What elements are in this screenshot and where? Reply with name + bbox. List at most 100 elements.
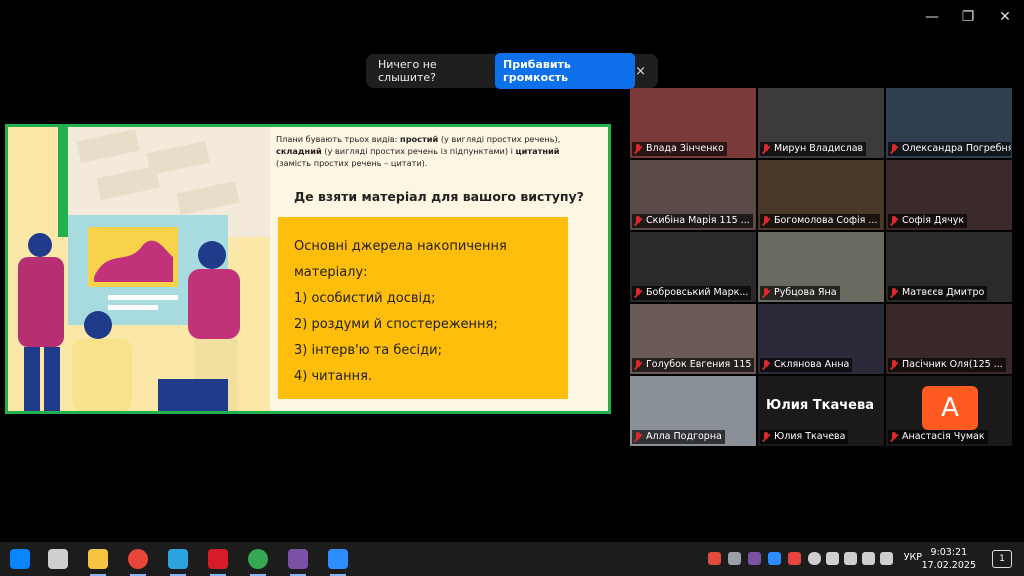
muted-mic-icon xyxy=(760,359,772,371)
opera-icon[interactable] xyxy=(208,549,228,569)
muted-mic-icon xyxy=(888,431,900,443)
chrome-icon[interactable] xyxy=(128,549,148,569)
participant-tile[interactable]: Рубцова Яна xyxy=(758,232,884,302)
participant-tile[interactable]: Бобровський Марк... xyxy=(630,232,756,302)
participant-name: Матвєєв Дмитро xyxy=(902,287,985,298)
tray-wifi-icon[interactable] xyxy=(826,552,839,565)
participant-tile[interactable]: Алла Подгорна xyxy=(630,376,756,446)
muted-mic-icon xyxy=(888,359,900,371)
participant-name: Влада Зінченко xyxy=(646,143,724,154)
minimize-button[interactable]: — xyxy=(922,8,942,26)
participant-name: Пасічник Оля(125 ... xyxy=(902,359,1003,370)
language-indicator[interactable]: УКР xyxy=(904,552,922,563)
windows-start-icon[interactable] xyxy=(10,549,30,569)
participant-name-label: Юлия Ткачева xyxy=(760,430,849,444)
participant-name-label: Мирун Владислав xyxy=(760,142,867,156)
participant-name-label: Пасічник Оля(125 ... xyxy=(888,358,1006,372)
participant-name: Голубок Евгения 115 xyxy=(646,359,752,370)
participant-tile[interactable]: Голубок Евгения 115 xyxy=(630,304,756,374)
slide-question: Де взяти матеріал для вашого виступу? xyxy=(294,189,584,204)
participant-name: Рубцова Яна xyxy=(774,287,837,298)
zoom-icon[interactable] xyxy=(328,549,348,569)
shared-screen-slide: Плани бувають трьох видів: простий (у ви… xyxy=(5,124,611,414)
muted-mic-icon xyxy=(760,287,772,299)
clock-date: 17.02.2025 xyxy=(921,560,976,571)
participant-tile[interactable]: Скибіна Марія 115 ... xyxy=(630,160,756,230)
participant-name-label: Матвєєв Дмитро xyxy=(888,286,988,300)
telegram-icon[interactable] xyxy=(168,549,188,569)
task-view-icon[interactable] xyxy=(48,549,68,569)
participant-tile[interactable]: Влада Зінченко xyxy=(630,88,756,158)
sources-line: матеріалу: xyxy=(294,265,368,280)
participant-name: Бобровський Марк... xyxy=(646,287,749,298)
participant-name-label: Софія Дячук xyxy=(888,214,968,228)
system-clock[interactable]: 9:03:21 17.02.2025 xyxy=(922,546,976,572)
windows-taskbar: УКР 9:03:21 17.02.2025 1 xyxy=(0,542,1024,576)
participant-tile[interactable]: Пасічник Оля(125 ... xyxy=(886,304,1012,374)
restore-button[interactable]: ❐ xyxy=(958,8,978,26)
clock-time: 9:03:21 xyxy=(930,547,968,558)
participant-tile[interactable]: Олександра Погребняк xyxy=(886,88,1012,158)
participant-display-name: Юлия Ткачева xyxy=(766,398,874,413)
muted-mic-icon xyxy=(760,143,772,155)
participant-name-label: Влада Зінченко xyxy=(632,142,727,156)
participant-name: Алла Подгорна xyxy=(646,431,722,442)
participant-tile[interactable]: Мирун Владислав xyxy=(758,88,884,158)
muted-mic-icon xyxy=(888,287,900,299)
participant-tile[interactable]: Матвєєв Дмитро xyxy=(886,232,1012,302)
muted-mic-icon xyxy=(632,215,644,227)
tray-app-icon[interactable] xyxy=(708,552,721,565)
slide-illustration xyxy=(8,127,270,411)
participant-name: Скибіна Марія 115 ... xyxy=(646,215,750,226)
participant-tile[interactable]: А Анастасія Чумак xyxy=(886,376,1012,446)
tray-viber-icon[interactable] xyxy=(748,552,761,565)
muted-mic-icon xyxy=(760,215,772,227)
close-window-button[interactable]: ✕ xyxy=(995,8,1015,26)
muted-mic-icon xyxy=(632,359,644,371)
muted-mic-icon xyxy=(632,431,644,443)
slide-intro-text: Плани бувають трьох видів: простий (у ви… xyxy=(276,134,561,168)
chrome-alt-icon[interactable] xyxy=(248,549,268,569)
file-explorer-icon[interactable] xyxy=(88,549,108,569)
tray-meet-icon[interactable] xyxy=(844,552,857,565)
notification-message: Ничего не слышите? xyxy=(378,58,437,84)
participant-name-label: Анастасія Чумак xyxy=(888,430,988,444)
tray-app-icon[interactable] xyxy=(728,552,741,565)
battery-icon[interactable] xyxy=(862,552,875,565)
participant-name-label: Алла Подгорна xyxy=(632,430,725,444)
participant-name: Юлия Ткачева xyxy=(774,431,846,442)
sources-line: 2) роздуми й спостереження; xyxy=(294,317,498,332)
increase-volume-button[interactable]: Прибавить громкость xyxy=(495,53,636,89)
participant-tile[interactable]: Склянова Анна xyxy=(758,304,884,374)
sources-line: 3) інтерв'ю та бесіди; xyxy=(294,343,442,358)
participant-name-label: Рубцова Яна xyxy=(760,286,840,300)
participant-name-label: Олександра Погребняк xyxy=(888,142,1011,156)
muted-mic-icon xyxy=(760,431,772,443)
avatar: А xyxy=(922,386,978,430)
sources-box: Основні джерела накопичення матеріалу: 1… xyxy=(278,217,568,399)
notifications-icon[interactable]: 1 xyxy=(992,550,1012,568)
participant-name: Богомолова Софія ... xyxy=(774,215,878,226)
participant-name-label: Бобровський Марк... xyxy=(632,286,752,300)
participant-name-label: Голубок Евгения 115 xyxy=(632,358,755,372)
muted-mic-icon xyxy=(888,215,900,227)
muted-mic-icon xyxy=(888,143,900,155)
muted-mic-icon xyxy=(632,143,644,155)
volume-icon[interactable] xyxy=(880,552,893,565)
participant-name: Мирун Владислав xyxy=(774,143,864,154)
viber-icon[interactable] xyxy=(288,549,308,569)
close-notification-icon[interactable]: × xyxy=(635,64,646,79)
tray-usb-icon[interactable] xyxy=(808,552,821,565)
participant-name: Софія Дячук xyxy=(902,215,965,226)
participant-tile[interactable]: Юлия Ткачева Юлия Ткачева xyxy=(758,376,884,446)
sources-line: 4) читання. xyxy=(294,369,373,384)
tray-zoom-icon[interactable] xyxy=(768,552,781,565)
tray-chrome-icon[interactable] xyxy=(788,552,801,565)
participant-tile[interactable]: Софія Дячук xyxy=(886,160,1012,230)
participant-tile[interactable]: Богомолова Софія ... xyxy=(758,160,884,230)
participant-name: Анастасія Чумак xyxy=(902,431,985,442)
sources-line: Основні джерела накопичення xyxy=(294,239,507,254)
participant-name-label: Богомолова Софія ... xyxy=(760,214,881,228)
sources-line: 1) особистий досвід; xyxy=(294,291,436,306)
participant-name-label: Склянова Анна xyxy=(760,358,853,372)
